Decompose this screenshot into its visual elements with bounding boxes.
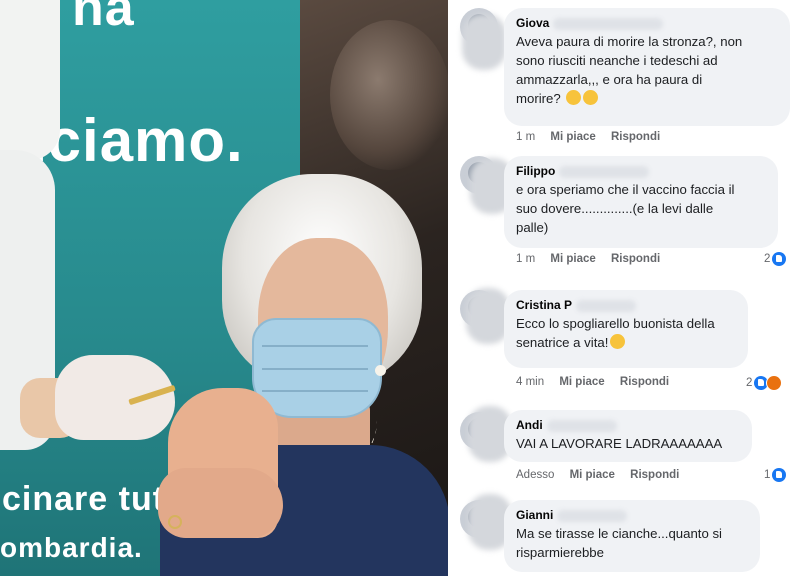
- reaction-count: 2: [746, 377, 753, 389]
- like-button[interactable]: Mi piace: [570, 469, 615, 481]
- comment-author-name[interactable]: Andi: [516, 418, 543, 432]
- comment-bubble: Cristina P Ecco lo spogliarello buonista…: [504, 290, 748, 368]
- comment-author-name[interactable]: Giova: [516, 16, 549, 30]
- name-redaction: [576, 299, 637, 312]
- comment-author[interactable]: Cristina P: [516, 298, 736, 314]
- comment-text: e ora speriamo che il vaccino faccia il …: [516, 182, 735, 235]
- name-redaction: [546, 419, 617, 432]
- comment-author-name[interactable]: Filippo: [516, 164, 555, 178]
- comment-text: Ecco lo spogliarello buonista della sena…: [516, 314, 736, 352]
- reaction-count: 2: [764, 253, 771, 265]
- comment-author[interactable]: Giova: [516, 16, 778, 32]
- comment-author[interactable]: Gianni: [516, 508, 748, 524]
- laughing-emoji-icon: [566, 90, 582, 105]
- angry-reaction-icon: [766, 375, 783, 391]
- mask-pleat: [262, 368, 368, 370]
- comment-meta: Adesso Mi piace Rispondi: [516, 469, 691, 481]
- poster-text-top: na: [72, 0, 135, 37]
- news-photo: na nciamo. cinare tutta ombardia.: [0, 0, 448, 576]
- comment-bubble: Gianni Ma se tirasse le cianche...quanto…: [504, 500, 760, 572]
- comment-time[interactable]: 1 m: [516, 131, 535, 143]
- ring: [168, 515, 182, 529]
- reaction-summary[interactable]: 1: [764, 468, 787, 482]
- comment-author-name[interactable]: Cristina P: [516, 298, 572, 312]
- mask-pleat: [262, 390, 368, 392]
- comment-author-name[interactable]: Gianni: [516, 508, 553, 522]
- comment-bubble: Andi VAI A LAVORARE LADRAAAAAAA: [504, 410, 752, 462]
- comment-text: VAI A LAVORARE LADRAAAAAAA: [516, 436, 723, 451]
- reply-button[interactable]: Rispondi: [620, 376, 669, 388]
- name-redaction: [557, 509, 628, 522]
- comments-panel: Giova Aveva paura di morire la stronza?,…: [448, 0, 800, 576]
- like-reaction-icon: [772, 252, 787, 266]
- reaction-summary[interactable]: 2: [746, 375, 783, 391]
- comment-meta: 1 m Mi piace Rispondi: [516, 131, 672, 143]
- like-button[interactable]: Mi piace: [559, 376, 604, 388]
- reaction-count: 1: [764, 469, 771, 481]
- reply-button[interactable]: Rispondi: [611, 253, 660, 265]
- name-redaction: [559, 165, 650, 178]
- laughing-emoji-icon: [583, 90, 599, 105]
- comment-bubble: Filippo e ora speriamo che il vaccino fa…: [504, 156, 778, 248]
- pearl-earring: [375, 365, 386, 376]
- poster-face: [330, 20, 448, 170]
- gloved-hand: [55, 355, 175, 440]
- comment-meta: 4 min Mi piace Rispondi: [516, 376, 681, 388]
- like-reaction-icon: [772, 468, 787, 482]
- comment-text: Aveva paura di morire la stronza?, non s…: [516, 32, 778, 108]
- comment-time[interactable]: 4 min: [516, 376, 544, 388]
- poster-text-bottom-2: ombardia.: [0, 532, 143, 563]
- comment-text-body: Aveva paura di morire la stronza?, non s…: [516, 34, 743, 106]
- avatar-blur: [462, 14, 506, 70]
- reply-button[interactable]: Rispondi: [630, 469, 679, 481]
- comment-time[interactable]: 1 m: [516, 253, 535, 265]
- comment-time[interactable]: Adesso: [516, 469, 554, 481]
- comment-text: Ma se tirasse le cianche...quanto si ris…: [516, 526, 722, 560]
- comment-author[interactable]: Andi: [516, 418, 740, 434]
- name-redaction: [553, 17, 664, 30]
- comment-author[interactable]: Filippo: [516, 164, 766, 180]
- comment-bubble: Giova Aveva paura di morire la stronza?,…: [504, 8, 790, 126]
- like-button[interactable]: Mi piace: [550, 131, 595, 143]
- like-button[interactable]: Mi piace: [550, 253, 595, 265]
- comment-meta: 1 m Mi piace Rispondi: [516, 253, 672, 265]
- reply-button[interactable]: Rispondi: [611, 131, 660, 143]
- mask-pleat: [262, 345, 368, 347]
- smirk-emoji-icon: [610, 334, 626, 349]
- doctor-sleeve: [0, 0, 60, 160]
- reaction-summary[interactable]: 2: [764, 252, 787, 266]
